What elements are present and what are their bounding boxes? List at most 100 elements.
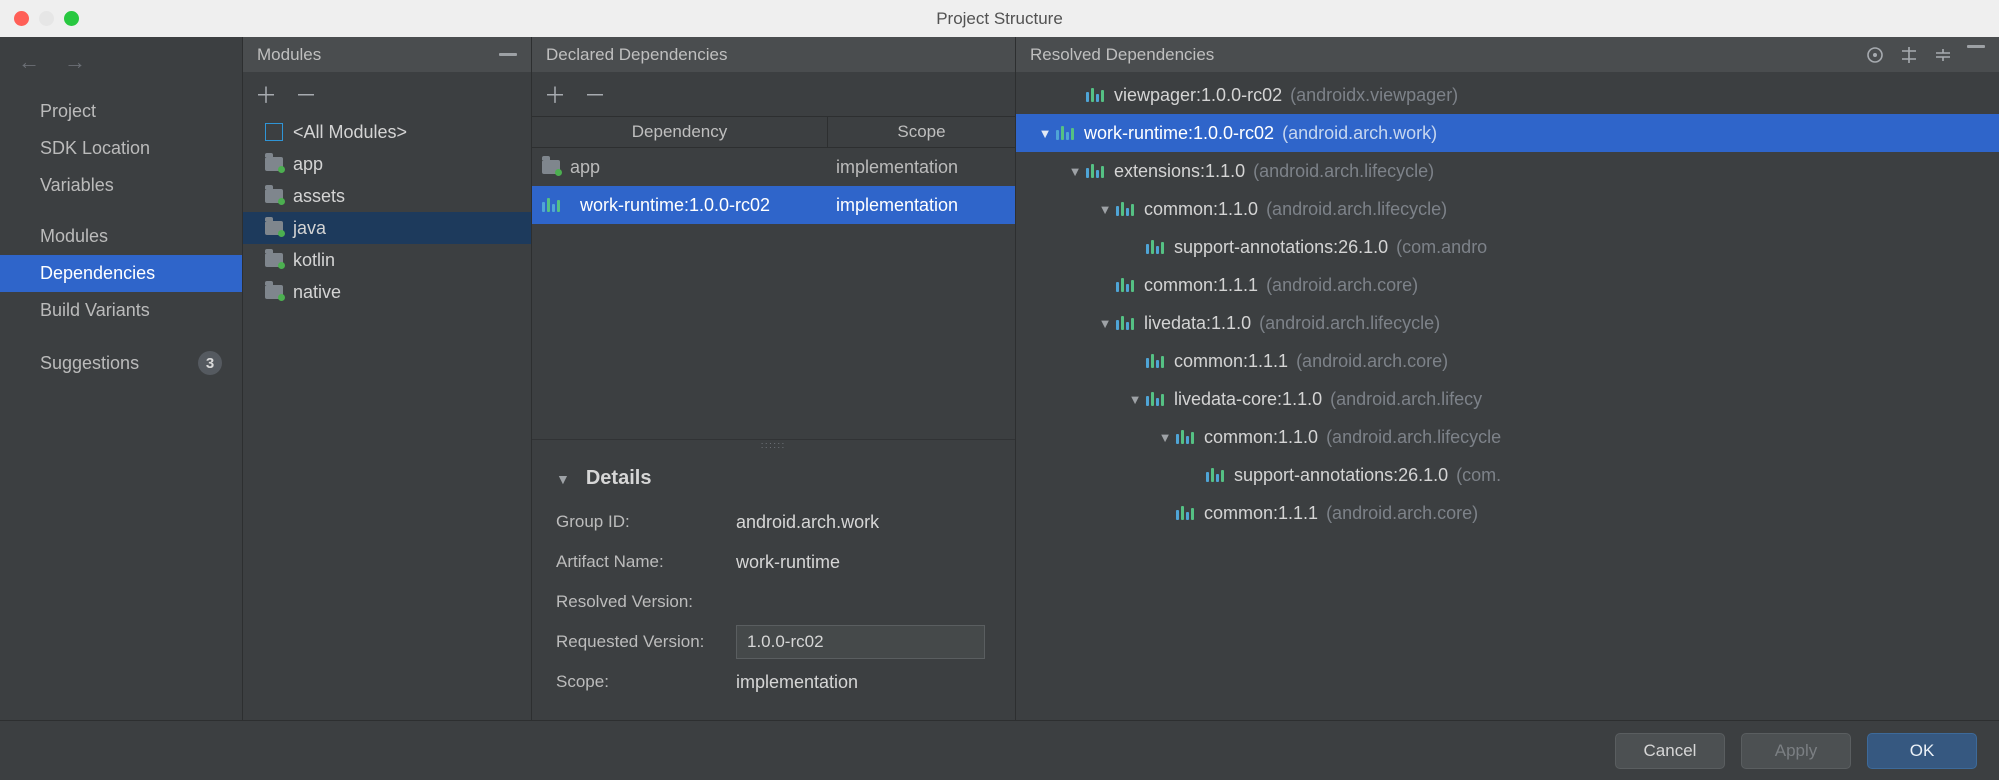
back-button[interactable]: ← <box>18 49 40 75</box>
details-heading[interactable]: ▼ Details <box>556 467 991 490</box>
declared-header: Declared Dependencies <box>532 37 1015 72</box>
resolved-row[interactable]: ▼livedata:1.1.0(android.arch.lifecycle) <box>1016 304 1999 342</box>
dialog-footer: Cancel Apply OK <box>0 720 1999 780</box>
dependency-name: common:1.1.0 <box>1204 427 1318 448</box>
module-java[interactable]: java <box>243 212 531 244</box>
declared-row-work-runtime[interactable]: work-runtime:1.0.0-rc02 implementation <box>532 186 1015 224</box>
minimize-window-button[interactable] <box>39 11 54 26</box>
requested-version-input[interactable] <box>736 625 985 659</box>
artifact-label: Artifact Name: <box>556 552 736 572</box>
module-kotlin[interactable]: kotlin <box>243 244 531 276</box>
library-icon <box>1086 164 1104 178</box>
project-structure-window: Project Structure ← → Project SDK Locati… <box>0 0 1999 780</box>
dependency-package: (android.arch.lifecycle) <box>1266 199 1447 220</box>
library-icon <box>1176 430 1194 444</box>
library-icon <box>1116 202 1134 216</box>
dependency-name: common:1.1.1 <box>1174 351 1288 372</box>
details-section: ▼ Details Group ID: android.arch.work Ar… <box>532 453 1015 720</box>
apply-button[interactable]: Apply <box>1741 733 1851 769</box>
chevron-down-icon[interactable]: ▼ <box>1154 430 1176 445</box>
module-assets[interactable]: assets <box>243 180 531 212</box>
dependency-package: (android.arch.core) <box>1266 275 1418 296</box>
chevron-down-icon[interactable]: ▼ <box>1094 202 1116 217</box>
add-dependency-button[interactable]: ＋ <box>544 78 566 110</box>
close-window-button[interactable] <box>14 11 29 26</box>
resolved-row[interactable]: ▼work-runtime:1.0.0-rc02(android.arch.wo… <box>1016 114 1999 152</box>
resolved-row[interactable]: common:1.1.1(android.arch.core) <box>1016 494 1999 532</box>
add-module-button[interactable]: ＋ <box>255 78 277 110</box>
sidebar: ← → Project SDK Location Variables Modul… <box>0 37 242 720</box>
group-id-value: android.arch.work <box>736 512 879 533</box>
dependency-package: (android.arch.lifecy <box>1330 389 1482 410</box>
resolved-row[interactable]: viewpager:1.0.0-rc02(androidx.viewpager) <box>1016 76 1999 114</box>
nav-dependencies[interactable]: Dependencies <box>0 255 242 292</box>
splitter-grip[interactable]: ∷∷∷ <box>532 439 1015 453</box>
library-icon <box>542 198 560 212</box>
forward-button[interactable]: → <box>64 49 86 75</box>
cancel-button[interactable]: Cancel <box>1615 733 1725 769</box>
module-app[interactable]: app <box>243 148 531 180</box>
module-native[interactable]: native <box>243 276 531 308</box>
dependency-name: support-annotations:26.1.0 <box>1174 237 1388 258</box>
chevron-down-icon[interactable]: ▼ <box>1094 316 1116 331</box>
scope-label: Scope: <box>556 672 736 692</box>
nav-project[interactable]: Project <box>0 93 242 130</box>
collapse-all-icon[interactable] <box>1933 45 1953 65</box>
nav-build-variants[interactable]: Build Variants <box>0 292 242 329</box>
dependency-package: (com.andro <box>1396 237 1487 258</box>
resolved-row[interactable]: common:1.1.1(android.arch.core) <box>1016 266 1999 304</box>
remove-module-button[interactable]: － <box>295 78 317 110</box>
folder-icon <box>265 189 283 203</box>
library-icon <box>1116 278 1134 292</box>
collapse-icon[interactable] <box>499 53 517 56</box>
declared-row-app[interactable]: app implementation <box>532 148 1015 186</box>
module-all[interactable]: <All Modules> <box>243 116 531 148</box>
remove-dependency-button[interactable]: － <box>584 78 606 110</box>
dependency-package: (android.arch.lifecycle <box>1326 427 1501 448</box>
resolved-row[interactable]: ▼extensions:1.1.0(android.arch.lifecycle… <box>1016 152 1999 190</box>
titlebar: Project Structure <box>0 0 1999 37</box>
nav-modules[interactable]: Modules <box>0 218 242 255</box>
library-icon <box>1146 240 1164 254</box>
hide-panel-icon[interactable] <box>1967 45 1985 48</box>
resolved-version-label: Resolved Version: <box>556 592 736 612</box>
library-icon <box>1086 88 1104 102</box>
nav-variables[interactable]: Variables <box>0 167 242 204</box>
expand-all-icon[interactable] <box>1899 45 1919 65</box>
dependency-name: livedata-core:1.1.0 <box>1174 389 1322 410</box>
artifact-value: work-runtime <box>736 552 840 573</box>
resolved-row[interactable]: support-annotations:26.1.0 (com.andro <box>1016 228 1999 266</box>
col-dependency: Dependency <box>532 117 828 147</box>
resolved-row[interactable]: common:1.1.1(android.arch.core) <box>1016 342 1999 380</box>
resolved-row[interactable]: ▼ common:1.1.0 (android.arch.lifecycle) <box>1016 190 1999 228</box>
resolved-row[interactable]: support-annotations:26.1.0(com. <box>1016 456 1999 494</box>
declared-table-header: Dependency Scope <box>532 116 1015 148</box>
dependency-name: common:1.1.0 <box>1144 199 1258 220</box>
folder-icon <box>265 157 283 171</box>
resolved-row[interactable]: ▼ common:1.1.0 (android.arch.lifecycle <box>1016 418 1999 456</box>
resolved-row[interactable]: ▼ livedata-core:1.1.0 (android.arch.lifecy <box>1016 380 1999 418</box>
dependency-package: (androidx.viewpager) <box>1290 85 1458 106</box>
ok-button[interactable]: OK <box>1867 733 1977 769</box>
nav-sdk-location[interactable]: SDK Location <box>0 130 242 167</box>
library-icon <box>1146 354 1164 368</box>
modules-toolbar: ＋ － <box>243 72 531 116</box>
library-icon <box>1206 468 1224 482</box>
window-controls <box>0 11 79 26</box>
modules-panel: Modules ＋ － <All Modules> app assets <box>242 37 531 720</box>
target-icon[interactable] <box>1865 45 1885 65</box>
chevron-down-icon[interactable]: ▼ <box>1064 164 1086 179</box>
nav-history: ← → <box>0 37 242 87</box>
declared-rows: app implementation work-runtime:1.0.0-rc… <box>532 148 1015 224</box>
dependency-name: common:1.1.1 <box>1204 503 1318 524</box>
nav-suggestions[interactable]: Suggestions 3 <box>0 343 242 383</box>
zoom-window-button[interactable] <box>64 11 79 26</box>
dependency-name: extensions:1.1.0 <box>1114 161 1245 182</box>
dependency-name: livedata:1.1.0 <box>1144 313 1251 334</box>
modules-tree: <All Modules> app assets java kotlin <box>243 116 531 720</box>
declared-panel: Declared Dependencies ＋ － Dependency Sco… <box>531 37 1015 720</box>
folder-icon <box>542 160 560 174</box>
chevron-down-icon[interactable]: ▼ <box>1034 126 1056 141</box>
dependency-name: support-annotations:26.1.0 <box>1234 465 1448 486</box>
chevron-down-icon[interactable]: ▼ <box>1124 392 1146 407</box>
